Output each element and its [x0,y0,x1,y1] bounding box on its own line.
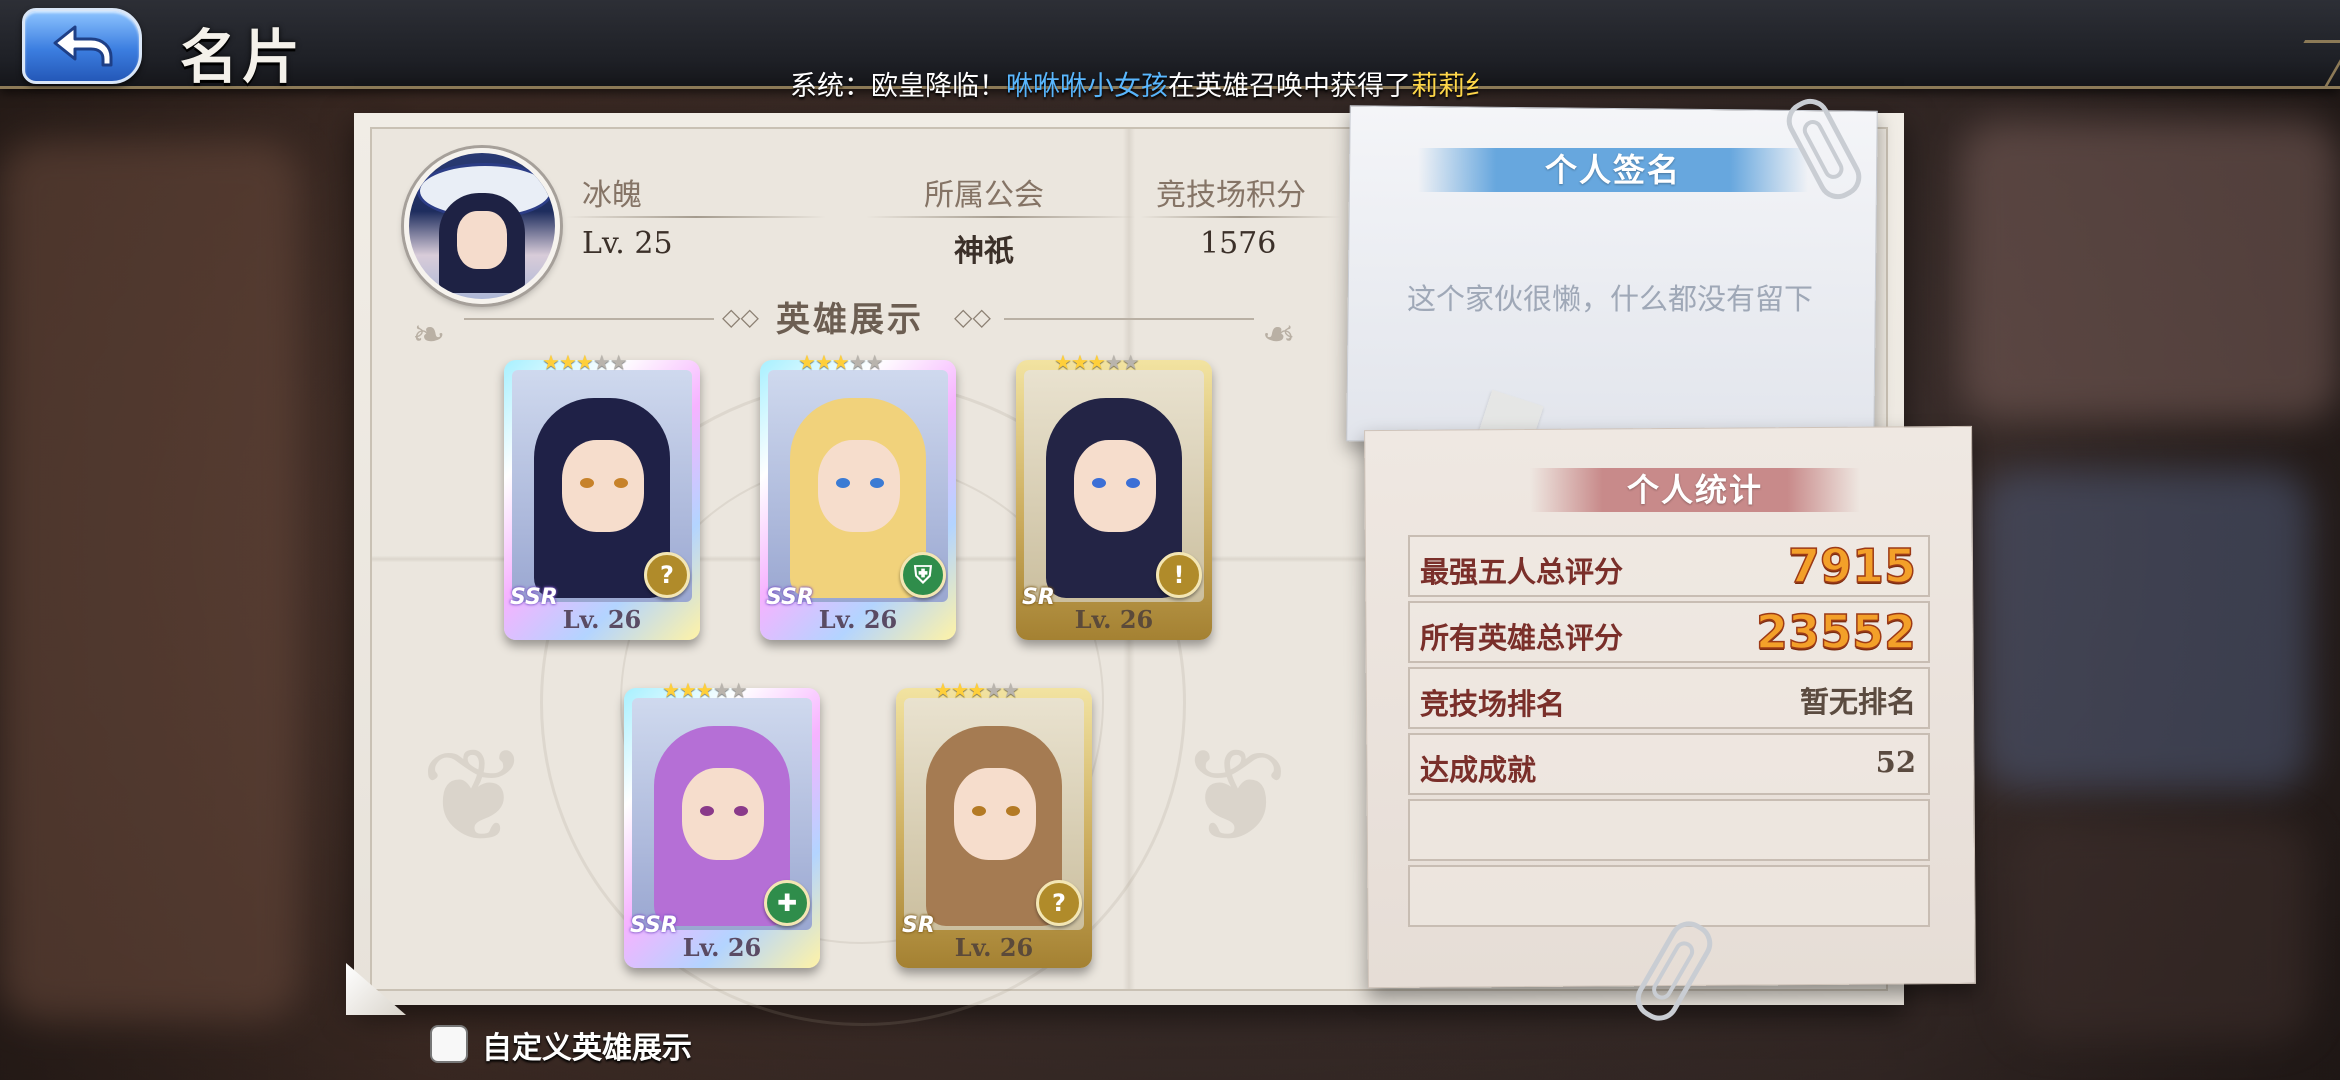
system-broadcast: 系统：欧皇降临！咻咻咻小女孩在英雄召唤中获得了莉莉纟 [790,64,1550,106]
hero-level: Lv. 26 [682,933,762,962]
hero-star-rating: ★★★★★ [662,678,748,702]
hero-showcase-title: 英雄展示 [776,300,924,340]
hero-card[interactable]: ★★★★★ SR! Lv. 26 [1016,350,1212,640]
cross-icon: ✚ [764,880,810,926]
signature-title: 个人签名 [1418,148,1808,192]
showcase-line-right [1004,318,1254,320]
stat-label: 最强五人总评分 [1420,555,1624,589]
hero-face [1074,440,1156,532]
diamond-right-icon: ◇◇ [954,303,991,331]
signature-text[interactable]: 这个家伙很懒，什么都没有留下 [1370,276,1850,318]
guild-value: 神祇 [954,234,1014,269]
player-name: 冰魄 [582,178,642,213]
hero-eye-left [700,806,714,816]
stat-row: 竞技场排名 暂无排名 [1408,667,1930,729]
broadcast-player-name[interactable]: 咻咻咻小女孩 [1006,71,1168,102]
stats-title: 个人统计 [1530,468,1860,512]
hero-eye-right [1126,478,1140,488]
page-title: 名片 [180,23,305,91]
background-blur-left [0,140,300,1020]
broadcast-middle: 在英雄召唤中获得了 [1168,71,1411,102]
stat-row: 最强五人总评分 7915 [1408,535,1930,597]
hero-star-rating: ★★★★★ [1054,350,1140,374]
hero-eye-left [1092,478,1106,488]
background-blur-right-mid [1980,470,2310,790]
stat-label: 所有英雄总评分 [1420,621,1624,655]
hero-eye-right [1006,806,1020,816]
stat-row [1408,865,1930,927]
stat-label: 竞技场排名 [1420,687,1566,721]
hero-eye-right [614,478,628,488]
custom-showcase-label[interactable]: 自定义英雄展示 [482,1023,692,1067]
stat-row: 所有英雄总评分 23552 [1408,601,1930,663]
hero-card[interactable]: ★★★★★ SSR ✚ Lv. 26 [624,678,820,968]
stat-value: 52 [1875,745,1916,779]
hero-eye-left [580,478,594,488]
hero-star-rating: ★★★★★ [934,678,1020,702]
stats-table: 最强五人总评分 7915 所有英雄总评分 23552 竞技场排名 暂无排名达成成就 52 [1408,535,1930,931]
hero-level: Lv. 26 [818,605,898,634]
avatar-face [457,211,507,269]
right-wing-decoration: ❦ [1180,720,1289,872]
hero-card[interactable]: ★★★★★ SSR ⛨ Lv. 26 [760,350,956,640]
hero-level: Lv. 26 [1074,605,1154,634]
stat-label: 达成成就 [1420,753,1537,787]
exclamation-icon: ! [1156,552,1202,598]
back-arrow-icon [53,25,113,67]
hero-level: Lv. 26 [954,933,1034,962]
hero-face [682,768,764,860]
broadcast-prefix: 系统：欧皇降临！ [790,71,1006,102]
name-divider [566,216,826,218]
hero-level: Lv. 26 [562,605,642,634]
player-avatar[interactable] [404,148,560,304]
stat-value: 23552 [1755,604,1917,660]
guild-label: 所属公会 [924,178,1044,213]
corner-decoration [2276,40,2340,89]
hero-eye-left [972,806,986,816]
back-button[interactable] [22,8,142,84]
hero-card[interactable]: ★★★★★ SSR? Lv. 26 [504,350,700,640]
stat-row: 达成成就 52 [1408,733,1930,795]
player-level: Lv. 25 [582,226,673,261]
hero-face [562,440,644,532]
flourish-left-icon: ❧ [412,312,446,358]
left-wing-decoration: ❦ [420,720,529,872]
hero-eye-right [870,478,884,488]
background-blur-right-top [1960,120,2340,420]
hero-star-rating: ★★★★★ [798,350,884,374]
question-icon: ? [644,552,690,598]
question-icon: ? [1036,880,1082,926]
shield-icon: ⛨ [900,552,946,598]
hero-face [818,440,900,532]
showcase-line-left [464,318,714,320]
custom-showcase-checkbox[interactable] [432,1027,466,1061]
hero-star-rating: ★★★★★ [542,350,628,374]
arena-score-value: 1576 [1200,226,1277,261]
stat-value: 7915 [1787,538,1917,594]
broadcast-hero-name: 莉莉纟 [1411,71,1492,102]
hero-face [954,768,1036,860]
arena-divider [1140,216,1340,218]
hero-card[interactable]: ★★★★★ SR? Lv. 26 [896,678,1092,968]
stat-row [1408,799,1930,861]
background-blur-right-bottom [2010,820,2310,1040]
hero-eye-right [734,806,748,816]
arena-score-label: 竞技场积分 [1156,178,1306,213]
stat-value: 暂无排名 [1799,685,1916,719]
flourish-right-icon: ❧ [1262,312,1296,358]
hero-eye-left [836,478,850,488]
guild-divider [866,216,1136,218]
